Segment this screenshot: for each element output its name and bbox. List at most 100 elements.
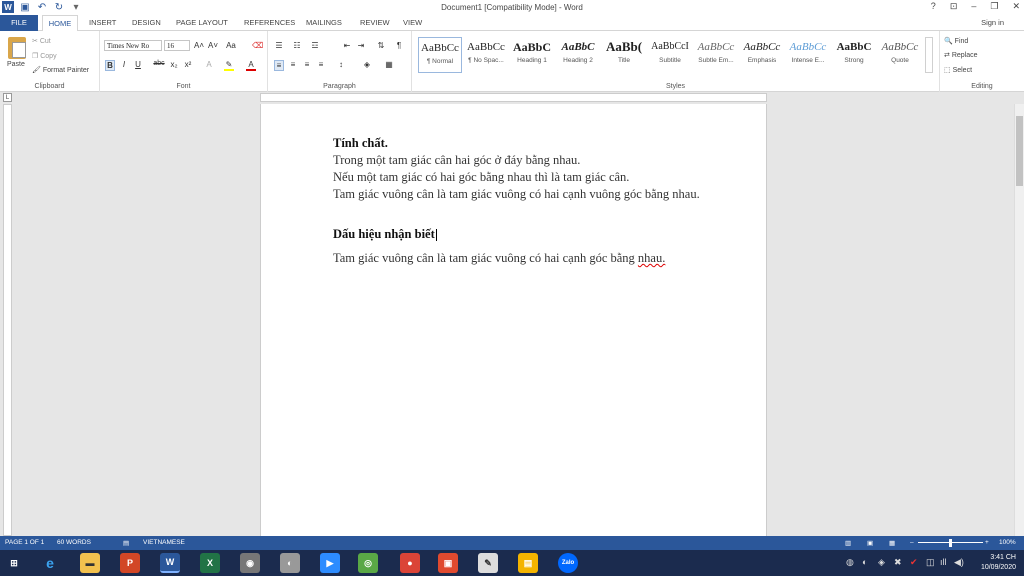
style-emphasis[interactable]: AaBbCc Emphasis (740, 37, 784, 73)
word-taskbar-icon[interactable]: W (160, 553, 180, 573)
app-yellow-icon[interactable]: ▤ (518, 553, 538, 573)
chrome-icon[interactable]: ● (400, 553, 420, 573)
line-spacing-icon[interactable]: ↕ (336, 60, 346, 69)
tray-app-icon[interactable]: ◐ (862, 557, 867, 567)
zoom-app-icon[interactable]: ▶ (320, 553, 340, 573)
align-left-icon[interactable]: ≡ (274, 60, 284, 71)
help-button[interactable]: ? (931, 1, 936, 12)
sign-in-link[interactable]: Sign in (981, 18, 1004, 27)
replace-button[interactable]: ⇄ Replace (944, 51, 978, 59)
print-layout-icon[interactable]: ▣ (867, 539, 873, 547)
start-icon[interactable]: ⊞ (4, 553, 24, 573)
paste-icon[interactable] (8, 37, 26, 59)
powerpoint-icon[interactable]: P (120, 553, 140, 573)
numbering-icon[interactable]: ☷ (292, 41, 302, 50)
sort-icon[interactable]: ⇅ (376, 41, 386, 50)
language-indicator[interactable]: VIETNAMESE (143, 539, 185, 546)
subscript-button[interactable]: x₂ (169, 60, 179, 69)
grow-font-icon[interactable]: A˄ (194, 41, 204, 50)
read-mode-icon[interactable]: ▥ (845, 539, 851, 547)
increase-indent-icon[interactable]: ⇥ (356, 41, 366, 50)
align-center-icon[interactable]: ≡ (288, 60, 298, 69)
ribbon-display-button[interactable]: ⊡ (950, 1, 958, 12)
font-color-icon[interactable]: A (246, 60, 256, 71)
copy-button[interactable]: ❐ Copy (32, 52, 57, 60)
heading-dau-hieu[interactable]: Dấu hiệu nhận biết (333, 226, 713, 243)
snipping-tool-icon[interactable]: ✎ (478, 553, 498, 573)
multilevel-list-icon[interactable]: ☲ (310, 41, 320, 50)
tray-app-icon[interactable]: ✔ (910, 557, 918, 568)
tab-design[interactable]: DESIGN (132, 18, 161, 27)
document-page[interactable]: Tính chất. Trong một tam giác cân hai gó… (260, 104, 767, 536)
app-icon[interactable]: ◉ (240, 553, 260, 573)
style-heading-2[interactable]: AaBbC Heading 2 (556, 37, 600, 73)
heading-tinh-chat[interactable]: Tính chất. (333, 135, 713, 152)
find-button[interactable]: 🔍 Find (944, 37, 968, 45)
paragraph-line[interactable]: Tam giác vuông cân là tam giác vuông có … (333, 250, 713, 267)
paste-button[interactable]: Paste (7, 61, 25, 68)
bullets-icon[interactable]: ☰ (274, 41, 284, 50)
paragraph-line[interactable]: Trong một tam giác cân hai góc ở đáy bằn… (333, 152, 713, 169)
file-explorer-icon[interactable]: ▬ (80, 553, 100, 573)
tab-references[interactable]: REFERENCES (244, 18, 295, 27)
style-title[interactable]: AaBb(Title (602, 37, 646, 73)
justify-icon[interactable]: ≡ (316, 60, 326, 69)
style-normal[interactable]: AaBbCc ¶ Normal (418, 37, 462, 73)
spelling-error-text[interactable]: nhau. (638, 251, 665, 265)
shading-icon[interactable]: ◈ (362, 60, 372, 69)
change-case-icon[interactable]: Aa (226, 41, 236, 50)
style-strong[interactable]: AaBbC Strong (832, 37, 876, 73)
style-quote[interactable]: AaBbCc Quote (878, 37, 922, 73)
proofing-icon[interactable]: ▤ (123, 539, 129, 547)
font-name-box[interactable]: Times New Ro (104, 40, 162, 51)
tab-view[interactable]: VIEW (403, 18, 422, 27)
cut-button[interactable]: ✂ Cut (32, 37, 51, 45)
show-marks-icon[interactable]: ¶ (394, 41, 404, 50)
zoom-out-icon[interactable]: – (910, 539, 914, 546)
italic-button[interactable]: I (119, 60, 129, 69)
tab-mailings[interactable]: MAILINGS (306, 18, 342, 27)
shrink-font-icon[interactable]: A˅ (208, 41, 218, 50)
edge-icon[interactable]: e (40, 553, 60, 573)
app-red-icon[interactable]: ▣ (438, 553, 458, 573)
font-size-box[interactable]: 16 (164, 40, 190, 51)
page-count[interactable]: PAGE 1 OF 1 (5, 539, 44, 546)
tab-page-layout[interactable]: PAGE LAYOUT (176, 18, 228, 27)
clock[interactable]: 3:41 CH 10/09/2020 (926, 553, 1016, 573)
paragraph-line[interactable]: Nếu một tam giác có hai góc bằng nhau th… (333, 169, 713, 186)
horizontal-ruler[interactable] (260, 93, 767, 102)
bold-button[interactable]: B (105, 60, 115, 71)
close-button[interactable]: ✕ (1012, 1, 1020, 12)
zoom-in-icon[interactable]: + (985, 539, 989, 546)
paragraph-line[interactable]: Tam giác vuông cân là tam giác vuông có … (333, 186, 713, 203)
style-intense-emphasis[interactable]: AaBbCc Intense E... (786, 37, 830, 73)
highlight-icon[interactable]: ✎ (224, 60, 234, 71)
style-no-spacing[interactable]: AaBbCc ¶ No Spac... (464, 37, 508, 73)
select-button[interactable]: ⬚ Select (944, 66, 972, 74)
tray-app-icon[interactable]: ✖ (894, 557, 902, 568)
word-count[interactable]: 60 WORDS (57, 539, 91, 546)
format-painter-button[interactable]: 🖌 Format Painter (32, 66, 89, 74)
vertical-scrollbar[interactable] (1014, 104, 1024, 536)
align-right-icon[interactable]: ≡ (302, 60, 312, 69)
maximize-button[interactable]: ❐ (990, 1, 998, 12)
tray-app-icon[interactable]: ◈ (878, 557, 885, 568)
superscript-button[interactable]: x² (183, 60, 193, 69)
style-heading-1[interactable]: AaBbC Heading 1 (510, 37, 554, 73)
minimize-button[interactable]: – (971, 1, 976, 12)
tab-review[interactable]: REVIEW (360, 18, 390, 27)
zoom-slider-thumb[interactable] (949, 539, 952, 547)
excel-icon[interactable]: X (200, 553, 220, 573)
tab-insert[interactable]: INSERT (89, 18, 116, 27)
strikethrough-button[interactable]: abc (152, 60, 166, 67)
tray-app-icon[interactable]: ◍ (846, 557, 854, 568)
style-subtle-emphasis[interactable]: AaBbCc Subtle Em... (694, 37, 738, 73)
borders-icon[interactable]: ▦ (384, 60, 394, 69)
text-effects-icon[interactable]: A (204, 60, 214, 69)
underline-button[interactable]: U (133, 60, 143, 69)
tab-selector[interactable]: L (3, 93, 12, 102)
paint-icon[interactable]: ◐ (280, 553, 300, 573)
decrease-indent-icon[interactable]: ⇤ (342, 41, 352, 50)
clear-formatting-icon[interactable]: ⌫ (252, 41, 263, 50)
zalo-icon[interactable]: Zalo (558, 553, 578, 573)
